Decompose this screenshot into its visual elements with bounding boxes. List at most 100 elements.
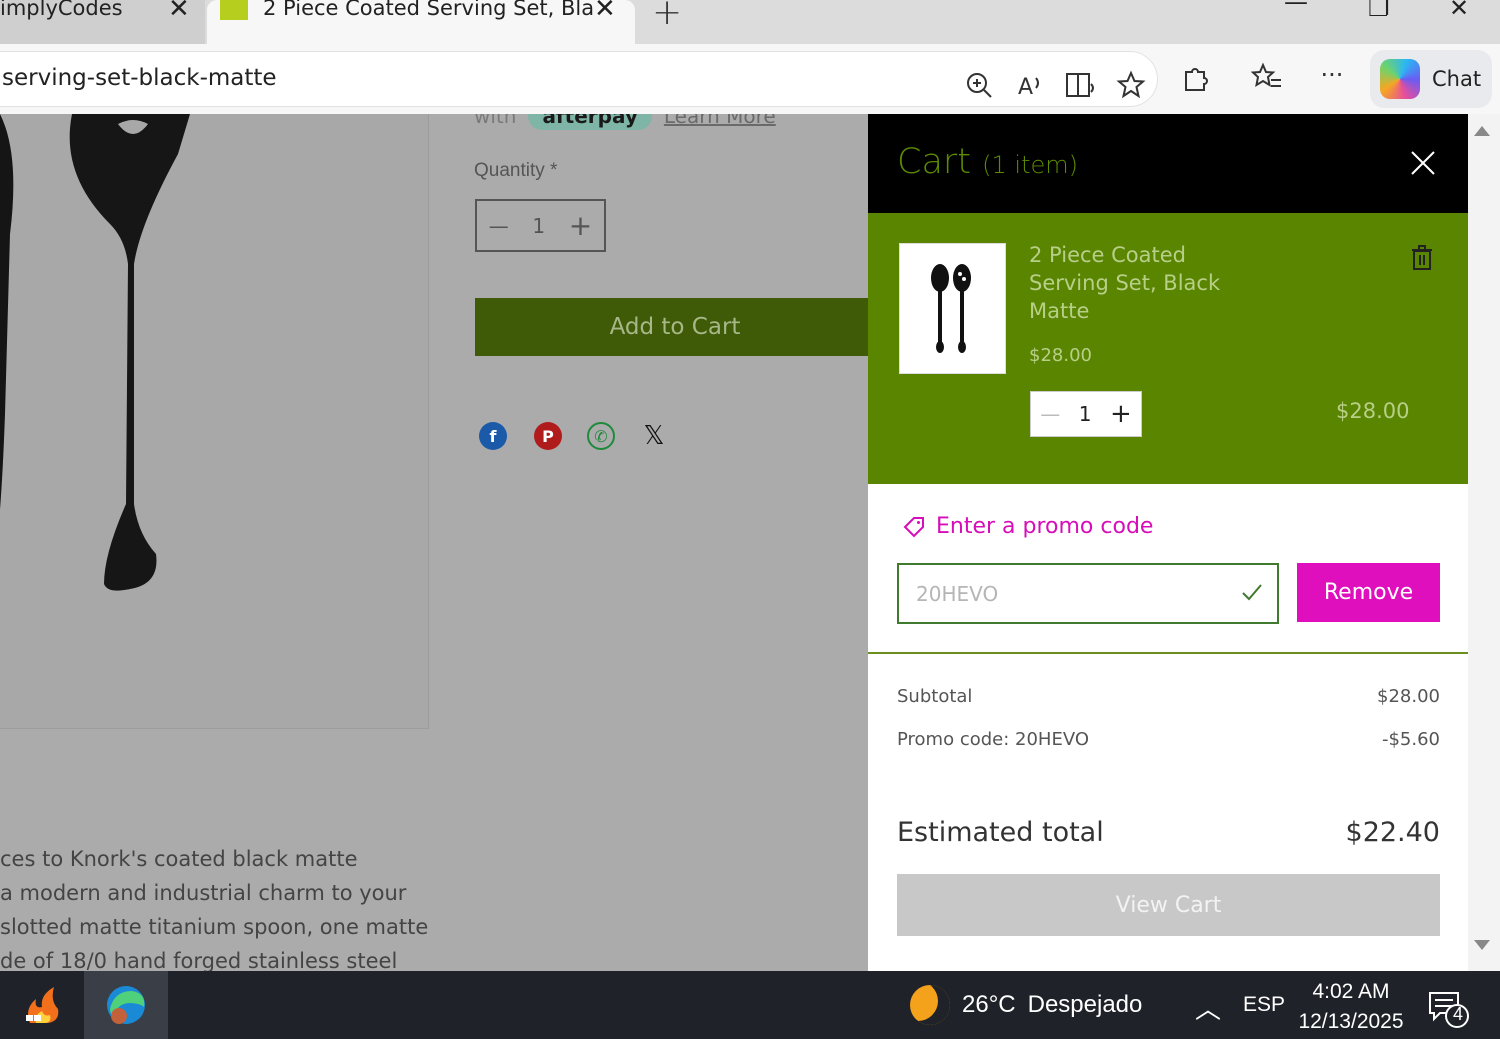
tab-serving-set[interactable]: 2 Piece Coated Serving Set, Black M ✕ xyxy=(207,0,635,44)
facebook-icon[interactable]: f xyxy=(479,422,507,450)
close-cart-icon[interactable] xyxy=(1408,148,1438,178)
description-line: slotted matte titanium spoon, one matte xyxy=(0,915,429,939)
subtotal-row: Subtotal $28.00 xyxy=(897,686,1440,707)
taskbar-app-launcher[interactable] xyxy=(0,971,84,1039)
trash-icon[interactable] xyxy=(1411,245,1433,271)
language-indicator[interactable]: ESP xyxy=(1243,993,1285,1017)
estimated-total-label: Estimated total xyxy=(897,817,1104,848)
minimize-icon[interactable]: — xyxy=(1284,0,1308,16)
item-quantity-value[interactable]: 1 xyxy=(1079,402,1092,426)
favorites-icon[interactable] xyxy=(1250,60,1284,94)
zoom-icon[interactable] xyxy=(962,68,996,102)
copilot-label: Chat xyxy=(1432,67,1482,91)
x-twitter-icon[interactable]: 𝕏 xyxy=(640,421,668,451)
close-tab-icon[interactable]: ✕ xyxy=(168,0,190,24)
learn-more-link[interactable]: Learn More xyxy=(664,114,776,128)
whatsapp-icon[interactable]: ✆ xyxy=(587,422,615,450)
copilot-icon xyxy=(1380,59,1420,99)
check-icon xyxy=(1242,584,1262,601)
close-window-icon[interactable]: ✕ xyxy=(1449,0,1469,22)
more-options-icon[interactable]: ··· xyxy=(1315,58,1349,92)
clock[interactable]: 4:02 AM 12/13/2025 xyxy=(1296,977,1406,1037)
decrease-icon[interactable]: — xyxy=(489,214,509,238)
moon-icon xyxy=(910,985,950,1025)
notification-center[interactable]: 4 xyxy=(1428,989,1470,1028)
divider xyxy=(868,652,1468,654)
tab-title: implyCodes xyxy=(0,0,123,20)
favorite-star-icon[interactable] xyxy=(1114,68,1148,102)
extensions-icon[interactable] xyxy=(1178,60,1212,94)
item-line-total: $28.00 xyxy=(1336,399,1410,423)
afterpay-logo: afterpay xyxy=(528,114,652,130)
scrollbar[interactable] xyxy=(1468,114,1500,971)
temperature: 26°C xyxy=(962,991,1016,1018)
weather-condition: Despejado xyxy=(1027,991,1143,1018)
subtotal-value: $28.00 xyxy=(1377,686,1440,707)
decrease-icon[interactable]: — xyxy=(1040,402,1060,426)
notification-count: 4 xyxy=(1452,1004,1463,1024)
tab-title: 2 Piece Coated Serving Set, Black M xyxy=(263,0,593,20)
estimated-total-value: $22.40 xyxy=(1345,817,1440,848)
flame-app-icon xyxy=(26,987,59,1023)
immersive-reader-icon[interactable] xyxy=(1064,68,1098,102)
date: 12/13/2025 xyxy=(1298,1010,1404,1033)
weather-widget[interactable]: 26°C Despejado xyxy=(910,985,1142,1025)
site-favicon-icon xyxy=(220,0,248,20)
promo-discount-value: -$5.60 xyxy=(1381,729,1440,750)
increase-icon[interactable]: + xyxy=(1110,399,1132,429)
address-bar[interactable]: serving-set-black-matte A xyxy=(0,51,1158,107)
quantity-label: Quantity * xyxy=(474,160,558,181)
read-aloud-icon[interactable]: A xyxy=(1014,68,1048,102)
scroll-down-icon[interactable] xyxy=(1474,940,1490,950)
quantity-value[interactable]: 1 xyxy=(532,214,545,238)
taskbar: 26°C Despejado ︿ ESP 4:02 AM 12/13/2025 … xyxy=(0,971,1500,1039)
tag-icon xyxy=(903,516,924,537)
cart-header: Cart (1 item) xyxy=(868,114,1468,213)
remove-promo-button[interactable]: Remove xyxy=(1297,563,1440,622)
item-thumbnail[interactable] xyxy=(899,243,1006,374)
description-line: de of 18/0 hand forged stainless steel xyxy=(0,949,398,971)
restore-icon[interactable]: ❐ xyxy=(1368,0,1390,22)
description-line: ces to Knork's coated black matte xyxy=(0,847,358,871)
product-image xyxy=(0,114,429,729)
close-tab-icon[interactable]: ✕ xyxy=(594,0,616,24)
cart-title: Cart (1 item) xyxy=(897,142,1078,182)
product-page: with afterpay Learn More Quantity * — 1 … xyxy=(0,114,868,971)
url-text[interactable]: serving-set-black-matte xyxy=(2,65,277,91)
promo-code-link[interactable]: Enter a promo code xyxy=(902,514,1153,539)
item-price: $28.00 xyxy=(1029,345,1092,366)
promo-discount-row: Promo code: 20HEVO -$5.60 xyxy=(897,729,1440,750)
time: 4:02 AM xyxy=(1312,980,1390,1003)
promo-code-input[interactable] xyxy=(899,565,1219,622)
quantity-stepper[interactable]: — 1 + xyxy=(475,199,606,252)
subtotal-label: Subtotal xyxy=(897,686,973,707)
promo-code-field[interactable] xyxy=(897,563,1279,624)
scroll-up-icon[interactable] xyxy=(1474,126,1490,136)
cart-line-item: 2 Piece Coated Serving Set, Black Matte … xyxy=(868,213,1468,484)
description-line: a modern and industrial charm to your xyxy=(0,881,407,905)
address-bar-row: serving-set-black-matte A ··· Chat xyxy=(0,44,1500,114)
new-tab-icon[interactable]: + xyxy=(652,0,682,33)
svg-text:A: A xyxy=(1018,75,1033,100)
item-name[interactable]: 2 Piece Coated Serving Set, Black Matte xyxy=(1029,241,1249,325)
view-cart-button[interactable]: View Cart xyxy=(897,874,1440,936)
tab-bar: implyCodes ✕ 2 Piece Coated Serving Set,… xyxy=(0,0,1500,44)
increase-icon[interactable]: + xyxy=(569,209,592,242)
afterpay-prefix: with xyxy=(474,114,517,128)
taskbar-edge[interactable] xyxy=(84,971,168,1039)
cart-panel: Cart (1 item) 2 Piece Coated Serving Set… xyxy=(868,114,1468,971)
promo-code-label: Promo code: 20HEVO xyxy=(897,729,1089,750)
afterpay-row: with afterpay Learn More xyxy=(474,114,776,130)
chevron-up-icon[interactable]: ︿ xyxy=(1195,989,1221,1026)
item-quantity-stepper[interactable]: — 1 + xyxy=(1030,391,1142,437)
estimated-total-row: Estimated total $22.40 xyxy=(897,817,1440,848)
add-to-cart-button[interactable]: Add to Cart xyxy=(475,298,868,356)
copilot-chat-button[interactable]: Chat xyxy=(1370,50,1492,108)
promo-link-label: Enter a promo code xyxy=(936,514,1154,539)
cart-item-count: (1 item) xyxy=(982,151,1078,179)
tab-simplycodes[interactable]: implyCodes ✕ xyxy=(0,0,205,44)
cart-title-text: Cart xyxy=(897,142,971,182)
pinterest-icon[interactable]: P xyxy=(534,422,562,450)
product-description: ces to Knork's coated black matte a mode… xyxy=(0,842,440,971)
edge-icon xyxy=(107,986,145,1024)
